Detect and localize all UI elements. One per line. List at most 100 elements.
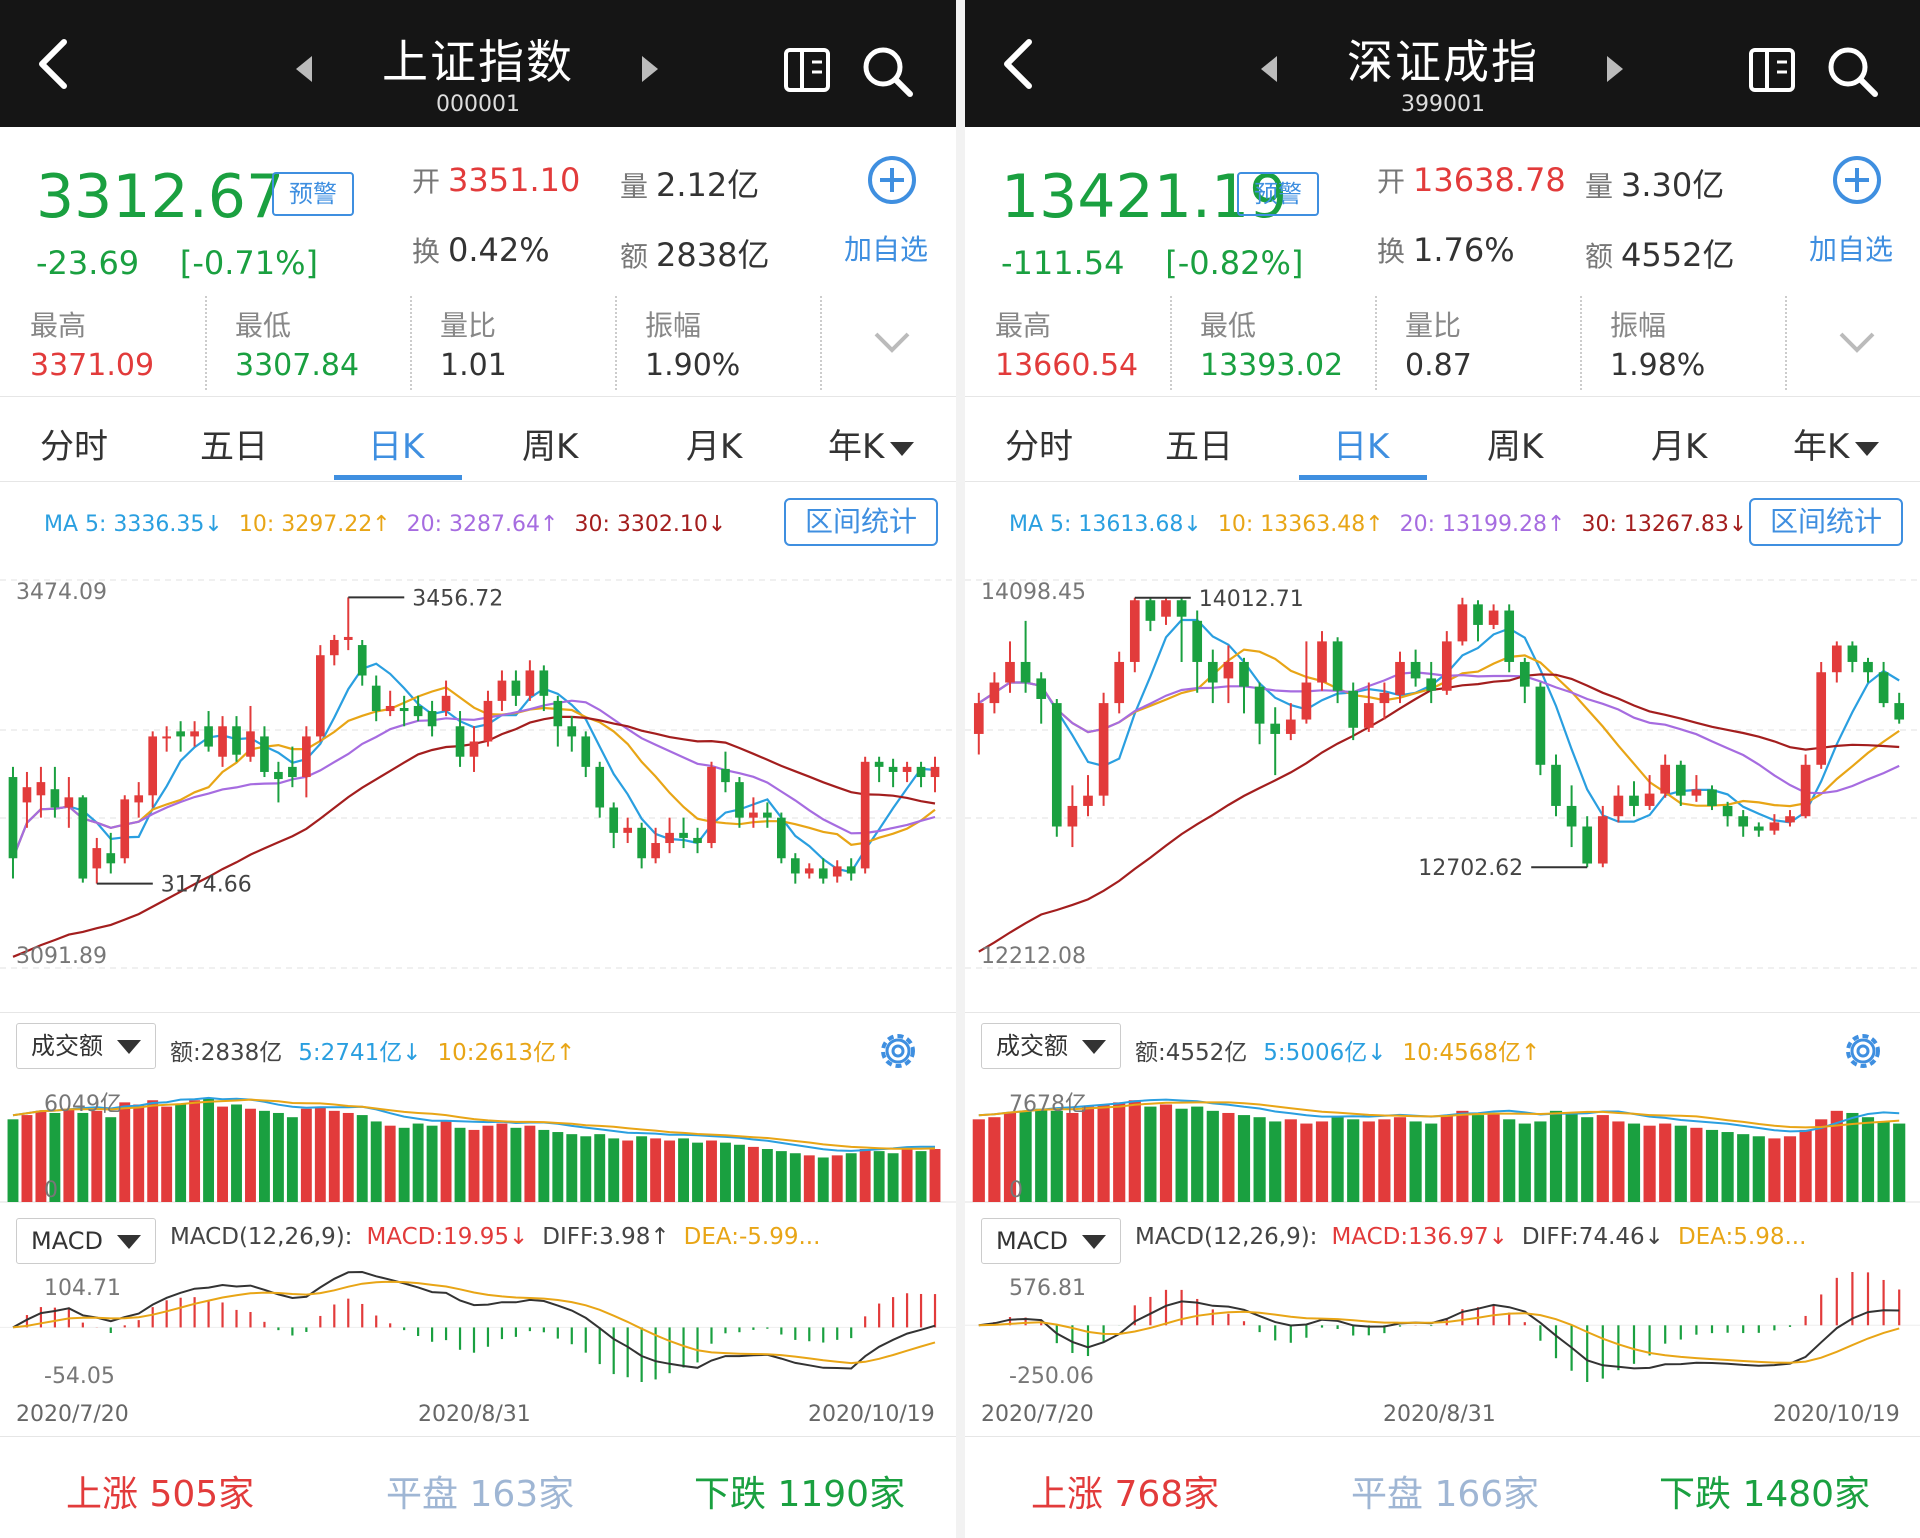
volume-type-dropdown[interactable]: 成交额 — [981, 1023, 1121, 1069]
alert-button[interactable]: 预警 — [272, 172, 354, 216]
macd-axis-top: 104.71 — [44, 1276, 121, 1301]
candle-body — [1363, 703, 1374, 728]
gear-icon[interactable] — [874, 1027, 922, 1075]
last-price: 3312.67 — [36, 162, 285, 232]
stat-cell: 量比 0.87 — [1375, 296, 1580, 392]
candle-body — [888, 766, 898, 772]
date-mid: 2020/8/31 — [418, 1402, 531, 1427]
stat-cell: 最高 3371.09 — [0, 296, 205, 392]
volume-ma5: 5:2741亿↓ — [298, 1040, 422, 1066]
range-stats-button[interactable]: 区间统计 — [784, 498, 938, 546]
chevron-down-icon[interactable] — [872, 330, 912, 356]
plus-circle-icon[interactable] — [1831, 154, 1883, 206]
tab-4[interactable]: 月K — [1651, 419, 1707, 468]
tab-5[interactable]: 年K — [828, 419, 915, 468]
vol-axis-bottom: 0 — [1009, 1178, 1023, 1203]
tab-5[interactable]: 年K — [1793, 419, 1880, 468]
volume-bar — [1565, 1112, 1578, 1202]
volume-bar — [1674, 1125, 1687, 1202]
next-triangle-icon[interactable] — [1607, 56, 1623, 82]
min-price-label: 3174.66 — [161, 873, 252, 898]
tab-1[interactable]: 五日 — [1165, 419, 1233, 468]
alert-button[interactable]: 预警 — [1237, 172, 1319, 216]
volume-field: 量 3.30亿 — [1585, 166, 1725, 204]
open-price-field: 开 13638.78 — [1377, 161, 1566, 199]
tab-3[interactable]: 周K — [522, 419, 578, 468]
stat-label: 最低 — [235, 309, 292, 342]
volume-bar — [1393, 1117, 1407, 1202]
next-triangle-icon[interactable] — [642, 56, 658, 82]
volume-bar — [817, 1157, 829, 1202]
candle-body — [1223, 661, 1234, 679]
candlestick-chart[interactable]: 3456.72 3174.66 — [0, 556, 956, 986]
volume-bar — [1893, 1123, 1906, 1202]
search-icon[interactable] — [1823, 42, 1881, 100]
candle-body — [735, 782, 744, 818]
screen-toggle-icon[interactable] — [1745, 44, 1801, 96]
indicator-dropdown[interactable]: MACD — [16, 1218, 156, 1264]
candle-body — [427, 711, 437, 727]
volume-bar — [1456, 1110, 1469, 1202]
volume-bar — [1300, 1123, 1313, 1202]
k-axis-bottom: 3091.89 — [16, 944, 107, 969]
diff-value: DIFF:74.46↓ — [1521, 1224, 1664, 1250]
volume-bar — [1581, 1117, 1594, 1202]
stat-cell: 最高 13660.54 — [965, 296, 1170, 392]
k-axis-top: 3474.09 — [16, 580, 107, 605]
dea-value: DEA:5.98... — [1677, 1224, 1807, 1250]
candle-body — [50, 789, 60, 808]
tab-3[interactable]: 周K — [1487, 419, 1543, 468]
macd-chart[interactable] — [965, 1262, 1920, 1392]
candle-body — [1488, 610, 1499, 625]
tab-4[interactable]: 月K — [686, 419, 742, 468]
volume-bar — [63, 1108, 75, 1202]
candle-body — [343, 636, 353, 640]
chevron-down-icon[interactable] — [1837, 330, 1877, 356]
candle-body — [162, 736, 171, 739]
volume-bar — [664, 1140, 676, 1202]
candle-body — [609, 807, 619, 833]
volume-bar — [1113, 1102, 1126, 1202]
volume-toolbar: 成交额 额:2838亿 5:2741亿↓ 10:2613亿↑ — [0, 1012, 956, 1080]
candle-body — [1332, 641, 1343, 691]
indicator-dropdown[interactable]: MACD — [981, 1218, 1121, 1264]
search-icon[interactable] — [858, 42, 916, 100]
tab-0[interactable]: 分时 — [40, 419, 108, 468]
volume-bar — [1815, 1119, 1828, 1202]
screen-toggle-icon[interactable] — [780, 44, 836, 96]
volume-bar — [636, 1136, 648, 1202]
market-breadth: 上涨 505家 平盘 163家 下跌 1190家 — [0, 1436, 956, 1538]
stat-value: 0.87 — [1405, 348, 1472, 383]
tab-1[interactable]: 五日 — [200, 419, 268, 468]
macd-chart[interactable] — [0, 1262, 956, 1392]
volume-chart[interactable] — [965, 1080, 1920, 1210]
plus-circle-icon[interactable] — [866, 154, 918, 206]
candle-body — [989, 682, 1000, 704]
volume-type-dropdown[interactable]: 成交额 — [16, 1023, 156, 1069]
add-watchlist-button[interactable]: 加自选 — [1809, 228, 1893, 268]
candle-body — [1301, 682, 1312, 720]
stat-cell: 量比 1.01 — [410, 296, 615, 392]
volume-bar — [887, 1153, 899, 1202]
range-stats-button[interactable]: 区间统计 — [1749, 498, 1903, 546]
add-watchlist-button[interactable]: 加自选 — [844, 228, 928, 268]
tab-0[interactable]: 分时 — [1005, 419, 1073, 468]
candle-body — [1457, 604, 1468, 642]
stat-value: 1.98% — [1610, 348, 1706, 383]
candle-body — [1005, 661, 1015, 683]
volume-bar — [1222, 1112, 1235, 1202]
candle-body — [1519, 661, 1530, 687]
volume-bar — [1643, 1125, 1656, 1202]
volume-toolbar: 成交额 额:4552亿 5:5006亿↓ 10:4568亿↑ — [965, 1012, 1920, 1080]
candle-body — [1254, 686, 1265, 724]
caret-down-icon — [890, 441, 915, 456]
gear-icon[interactable] — [1839, 1027, 1887, 1075]
candle-body — [525, 670, 535, 696]
tab-2[interactable]: 日K — [1333, 419, 1389, 468]
candle-body — [232, 726, 241, 755]
tab-2[interactable]: 日K — [368, 419, 424, 468]
candlestick-chart[interactable]: 14012.71 12702.62 — [965, 556, 1920, 986]
volume-bar — [1549, 1110, 1563, 1202]
candle-body — [1348, 690, 1359, 728]
volume-chart[interactable] — [0, 1080, 956, 1210]
